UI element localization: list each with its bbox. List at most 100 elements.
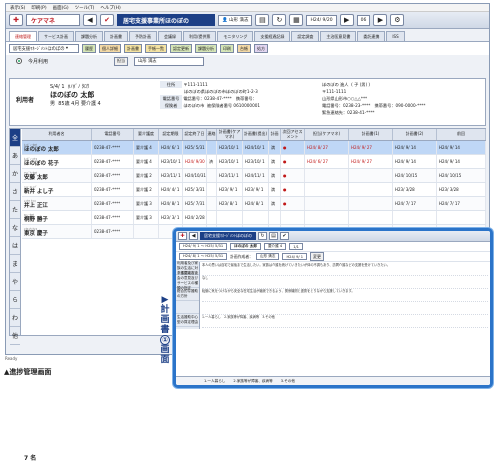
- settings-icon[interactable]: ⚙: [390, 14, 405, 26]
- col-user-name[interactable]: 利用者名: [22, 129, 92, 140]
- date-field-2[interactable]: 06: [356, 14, 371, 26]
- family-emergency: 緊急連絡先：0238-41-****: [322, 110, 375, 115]
- date-field[interactable]: H24/ 9/20: [306, 14, 337, 26]
- cell-user-name: ｱﾝﾄﾞｳ ﾀﾛｳ 安藤 太郎: [22, 169, 92, 182]
- kana-tab[interactable]: ら: [10, 291, 20, 309]
- kana-tab[interactable]: さ: [10, 183, 20, 201]
- renew-button[interactable]: 認定更新: [170, 44, 192, 53]
- staff-select[interactable]: 山形 満志: [134, 56, 205, 66]
- plan-period[interactable]: H24/ 9/ 1 ～ H25/ 5/31: [179, 243, 228, 250]
- plan-close-icon[interactable]: ✚: [178, 232, 187, 240]
- col-prev[interactable]: 前回: [437, 129, 486, 140]
- menu-screen[interactable]: 画面(G): [53, 5, 69, 11]
- col-contact[interactable]: 連絡: [207, 129, 217, 140]
- plan-back-icon[interactable]: ◀: [189, 232, 198, 240]
- col-cert-end[interactable]: 認定終了日: [183, 129, 207, 140]
- tab-monitoring[interactable]: モニタリング: [217, 31, 254, 41]
- plan-text-intent[interactable]: 本人の思いは自宅で最後まで生活したい。家族は介護を続けていきたいが体の不調もあり…: [202, 263, 488, 276]
- table-row[interactable]: ｲﾉｳｴ ｾｲｺ 井上 正江 0238-47-**** 要介護 3 H24/ 8/ 1H…: [22, 197, 486, 211]
- analysis-button[interactable]: 課題分析: [195, 44, 217, 53]
- tab-usage[interactable]: 利用/提供票: [183, 31, 217, 41]
- cell-tel: 0238-47-****: [92, 183, 134, 196]
- plan-page[interactable]: 1/1: [289, 243, 303, 250]
- col-cert-start[interactable]: 認定期限: [159, 129, 183, 140]
- tab-certification[interactable]: 認定調査: [291, 31, 320, 41]
- plan-text-policy[interactable]: 転倒に気をつけながら安全な在宅生活が継続できるよう、関係機関と連携をとりながら支…: [202, 289, 488, 302]
- tab-doctor[interactable]: 主治医意見書: [320, 31, 357, 41]
- close-icon[interactable]: ✚: [9, 14, 23, 26]
- plan-print-icon[interactable]: ▤: [269, 232, 278, 240]
- back-icon[interactable]: ◀: [83, 14, 97, 26]
- cell-care: 要介護 4: [134, 155, 159, 168]
- plan-button[interactable]: 計画書: [124, 44, 142, 53]
- footer-option-2[interactable]: 2.家族等が障害、疾病等: [233, 379, 272, 384]
- col-plan-submit[interactable]: 計画書(提出): [243, 129, 269, 140]
- cell-d5: [305, 183, 349, 196]
- table-row[interactable]: ﾎﾉﾎﾞﾉ ﾊﾅｺ ほのぼの 花子 0238-47-**** 要介護 4 H23/10/…: [22, 155, 486, 169]
- tab-consignment[interactable]: 委託連携: [357, 31, 386, 41]
- refresh-icon[interactable]: ↻: [272, 14, 287, 26]
- kana-tab[interactable]: あ: [10, 147, 20, 165]
- kana-tab[interactable]: た: [10, 201, 20, 219]
- table-row[interactable]: ｷﾘﾉ ﾀﾛｳ 桐野 勝子 0238-47-**** 要介護 3 H23/ 3/ 1 H2…: [22, 211, 486, 225]
- kana-tab[interactable]: ま: [10, 255, 20, 273]
- col-next-assess[interactable]: 次回アセスメント: [281, 129, 305, 140]
- tab-prevention[interactable]: 予防計画: [129, 31, 157, 41]
- tab-meeting[interactable]: 会議録: [158, 31, 182, 41]
- month-radio[interactable]: [16, 58, 22, 64]
- col-care[interactable]: 要介護度: [134, 129, 159, 140]
- footer-option-3[interactable]: 3.その他: [281, 379, 295, 384]
- plan-date[interactable]: H24/ 9/ 1: [282, 253, 308, 260]
- plan-save-icon[interactable]: ✔: [280, 232, 289, 240]
- forward-icon[interactable]: ▶: [373, 14, 388, 26]
- kana-tab[interactable]: 全: [10, 129, 20, 147]
- kana-tab[interactable]: な: [10, 219, 20, 237]
- table-row[interactable]: ﾎﾉﾎﾞﾉ ﾀﾛｳ ほのぼの 太郎 0238-47-**** 要介護 4 H24/ 6/…: [22, 141, 486, 155]
- tab-contact[interactable]: 連絡管理: [9, 31, 37, 41]
- table-row[interactable]: ｱﾝﾄﾞｳ ﾀﾛｳ 安藤 太郎 0238-47-**** 要介護 2 H23/11/ 1…: [22, 169, 486, 183]
- kana-tab[interactable]: 他: [10, 327, 20, 345]
- kana-tab[interactable]: か: [10, 165, 20, 183]
- footer-option-1[interactable]: 1.一人暮らし: [204, 379, 225, 384]
- menu-view[interactable]: 表示(S): [10, 5, 25, 11]
- handbook-button[interactable]: 手帳一覧: [145, 44, 167, 53]
- plan-creator[interactable]: 山形 満志: [255, 253, 280, 260]
- menu-tools[interactable]: ツール(T): [75, 5, 95, 11]
- date-next-icon[interactable]: ▶: [339, 14, 354, 26]
- tab-assessment[interactable]: 課題分析: [75, 31, 103, 41]
- menu-print[interactable]: 印刷(P): [31, 5, 46, 11]
- col-plan-cm[interactable]: 計画書(ケアマネ): [217, 129, 243, 140]
- list-icon[interactable]: ▤: [255, 14, 270, 26]
- col-plan[interactable]: 計画: [269, 129, 281, 140]
- cell-d6: H24/ 9/ 27: [349, 155, 393, 168]
- kana-tab[interactable]: や: [10, 273, 20, 291]
- prescription-button[interactable]: 処方: [254, 44, 268, 53]
- ledger-button[interactable]: 台帳: [237, 44, 251, 53]
- kana-tab[interactable]: は: [10, 237, 20, 255]
- plan-change-button[interactable]: 変更: [310, 252, 325, 261]
- tab-progress[interactable]: 支援経過記録: [254, 31, 291, 41]
- check-icon[interactable]: ✔: [100, 14, 114, 26]
- print-button[interactable]: 印刷: [220, 44, 234, 53]
- plan-cert-period[interactable]: H24/ 8/ 1 ～ H25/ 5/31: [179, 253, 228, 260]
- plan-text-opinion[interactable]: なし: [202, 276, 488, 289]
- plan-text-reason[interactable]: 1.一人暮らし 2.家族等が障害、疾病等 3.その他: [202, 315, 488, 328]
- plan-refresh-icon[interactable]: ↻: [258, 232, 267, 240]
- family-phone: 電話番号：0238-23-**** 携帯番号：090-0000-****: [322, 103, 426, 108]
- tab-plan[interactable]: 計画書: [104, 31, 128, 41]
- calendar-icon[interactable]: ▦: [289, 14, 304, 26]
- tab-iss[interactable]: ISS: [386, 31, 405, 41]
- col-plan1[interactable]: 計画書(1): [349, 129, 393, 140]
- kana-tab[interactable]: わ: [10, 309, 20, 327]
- office-select[interactable]: 居宅支援ﾏﾈｰｼﾞﾒﾝﾄほのぼの ▾: [9, 44, 79, 53]
- menu-help[interactable]: ヘルプ(H): [100, 5, 120, 11]
- col-phone[interactable]: 電話番号: [92, 129, 134, 140]
- col-assess-note[interactable]: 担当(ケアマネ): [305, 129, 349, 140]
- detail-button[interactable]: 個人詳細: [99, 44, 121, 53]
- tab-service-plan[interactable]: サービス計画: [38, 31, 74, 41]
- history-button[interactable]: 履歴: [82, 44, 96, 53]
- table-row[interactable]: ｼﾝｲ ﾖｼﾉﾌﾞ 新井 よし子 0238-47-**** 要介護 2 H24/ 4/ …: [22, 183, 486, 197]
- col-plan2[interactable]: 計画書(2): [393, 129, 437, 140]
- plan-text-blank[interactable]: [202, 302, 488, 315]
- staff-field[interactable]: 👤 山形 満志: [218, 14, 253, 26]
